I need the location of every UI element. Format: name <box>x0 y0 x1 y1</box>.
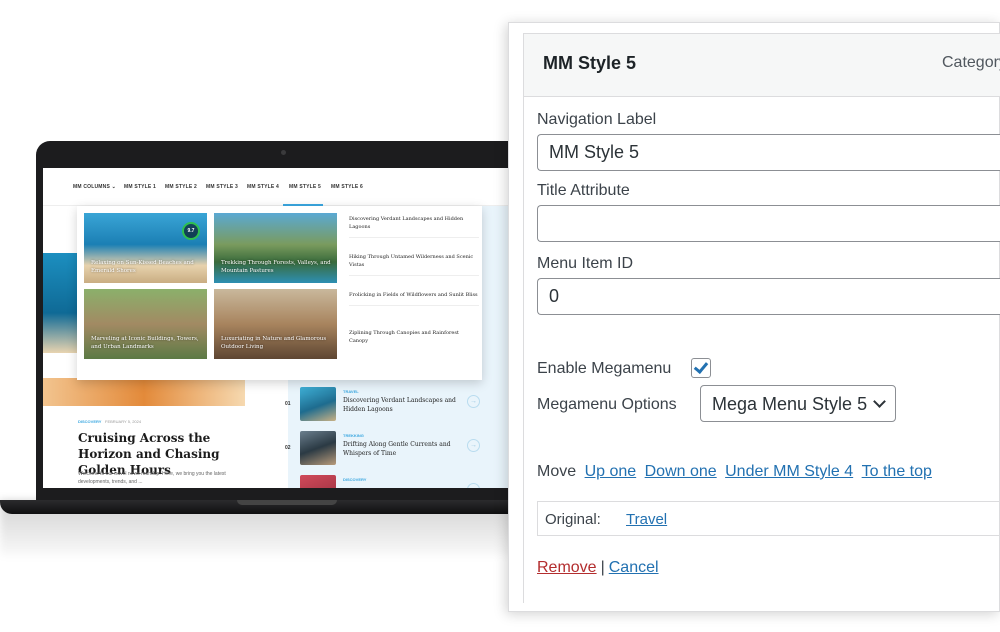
list-thumbnail[interactable] <box>300 475 336 488</box>
original-item-box: Original: Travel <box>537 501 1000 536</box>
action-separator: | <box>600 559 605 576</box>
camera-icon <box>281 150 286 155</box>
move-up-one-link[interactable]: Up one <box>585 463 637 480</box>
item-actions: Remove | Cancel <box>537 559 659 577</box>
review-score-badge: 9.7 <box>182 222 200 240</box>
mega-menu-link[interactable]: Hiking Through Untamed Wilderness and Sc… <box>349 253 479 276</box>
list-thumbnail[interactable] <box>300 387 336 421</box>
laptop-notch <box>237 500 337 505</box>
menu-item-title: MM Style 5 <box>543 53 637 73</box>
mega-menu-link[interactable]: Frolicking in Fields of Wildflowers and … <box>349 291 479 306</box>
navigation-label-label: Navigation Label <box>537 111 657 128</box>
featured-excerpt: Welcome to our travel news roundup! Here… <box>78 471 226 485</box>
arrow-right-icon[interactable]: → <box>467 395 480 408</box>
move-under-link[interactable]: Under MM Style 4 <box>725 463 853 480</box>
list-number: 02 <box>285 445 291 451</box>
enable-megamenu-label: Enable Megamenu <box>537 360 672 377</box>
arrow-right-icon[interactable]: → <box>467 483 480 488</box>
nav-item-mm-style-1[interactable]: MM STYLE 1 <box>124 184 156 190</box>
mega-menu-link[interactable]: Ziplining Through Canopies and Rainfores… <box>349 329 479 351</box>
megamenu-options-value: Mega Menu Style 5 <box>712 394 868 414</box>
megamenu-options-label: Megamenu Options <box>537 396 677 413</box>
nav-item-mm-columns[interactable]: MM COLUMNS ⌄ <box>73 184 116 190</box>
list-item[interactable]: 02 TREKKING Drifting Along Gentle Curren… <box>283 431 483 467</box>
original-label: Original: <box>545 511 601 528</box>
navigation-label-input[interactable] <box>537 134 1000 171</box>
card-title[interactable]: Trekking Through Forests, Valleys, and M… <box>221 259 333 275</box>
move-controls: Move Up one Down one Under MM Style 4 To… <box>537 463 932 481</box>
nav-item-mm-style-4[interactable]: MM STYLE 4 <box>247 184 279 190</box>
background-sea-image <box>43 253 77 353</box>
enable-megamenu-checkbox[interactable] <box>691 358 711 378</box>
menu-item-settings: Navigation Label Title Attribute Menu It… <box>523 97 1000 603</box>
nav-item-mm-style-2[interactable]: MM STYLE 2 <box>165 184 197 190</box>
nav-item-mm-style-6[interactable]: MM STYLE 6 <box>331 184 363 190</box>
menu-item-id-label: Menu Item ID <box>537 255 634 272</box>
megamenu-options-select[interactable]: Mega Menu Style 5 <box>700 385 896 422</box>
chevron-down-icon: ⌄ <box>111 184 116 190</box>
card-title[interactable]: Relaxing on Sun-Kissed Beaches and Emera… <box>91 259 203 275</box>
move-label: Move <box>537 463 577 480</box>
mega-menu-link[interactable]: Discovering Verdant Landscapes and Hidde… <box>349 215 479 238</box>
title-attribute-input[interactable] <box>537 205 1000 242</box>
mega-menu-dropdown: 9.7 Relaxing on Sun-Kissed Beaches and E… <box>77 206 482 380</box>
list-number: 01 <box>285 401 291 407</box>
featured-date: FEBRUARY 5, 2024 <box>105 419 142 424</box>
chevron-down-icon <box>873 395 886 408</box>
mega-menu-card[interactable]: Trekking Through Forests, Valleys, and M… <box>214 213 337 283</box>
title-attribute-label: Title Attribute <box>537 182 630 199</box>
card-title[interactable]: Luxuriating in Nature and Glamorous Outd… <box>221 335 333 351</box>
checkmark-icon <box>693 358 709 375</box>
original-link[interactable]: Travel <box>626 511 667 528</box>
list-title[interactable]: Discovering Verdant Landscapes and Hidde… <box>343 396 463 414</box>
nav-item-mm-style-3[interactable]: MM STYLE 3 <box>206 184 238 190</box>
laptop-screen: MM COLUMNS ⌄ MM STYLE 1 MM STYLE 2 MM ST… <box>43 168 524 488</box>
featured-image <box>43 378 245 406</box>
move-down-one-link[interactable]: Down one <box>645 463 717 480</box>
site-navigation: MM COLUMNS ⌄ MM STYLE 1 MM STYLE 2 MM ST… <box>43 168 524 206</box>
featured-category[interactable]: DISCOVERY <box>78 419 101 424</box>
list-item[interactable]: 01 TRAVEL Discovering Verdant Landscapes… <box>283 387 483 423</box>
list-title[interactable]: Drifting Along Gentle Currents and Whisp… <box>343 440 463 458</box>
nav-item-mm-style-5[interactable]: MM STYLE 5 <box>289 184 321 190</box>
card-title[interactable]: Marveling at Iconic Buildings, Towers, a… <box>91 335 203 351</box>
mega-menu-card[interactable]: Marveling at Iconic Buildings, Towers, a… <box>84 289 207 359</box>
list-category[interactable]: DISCOVERY <box>343 477 366 482</box>
cancel-link[interactable]: Cancel <box>609 559 659 576</box>
remove-link[interactable]: Remove <box>537 559 597 576</box>
move-to-top-link[interactable]: To the top <box>862 463 932 480</box>
list-category[interactable]: TRAVEL <box>343 389 359 394</box>
menu-item-id-input[interactable] <box>537 278 1000 315</box>
menu-item-header[interactable]: MM Style 5 Category <box>523 33 1000 97</box>
list-category[interactable]: TREKKING <box>343 433 364 438</box>
mega-menu-card[interactable]: 9.7 Relaxing on Sun-Kissed Beaches and E… <box>84 213 207 283</box>
mega-menu-card[interactable]: Luxuriating in Nature and Glamorous Outd… <box>214 289 337 359</box>
menu-item-settings-panel: MM Style 5 Category Navigation Label Tit… <box>508 22 1000 612</box>
list-item[interactable]: DISCOVERY → <box>283 475 483 488</box>
menu-item-type: Category <box>942 54 1000 71</box>
arrow-right-icon[interactable]: → <box>467 439 480 452</box>
list-thumbnail[interactable] <box>300 431 336 465</box>
